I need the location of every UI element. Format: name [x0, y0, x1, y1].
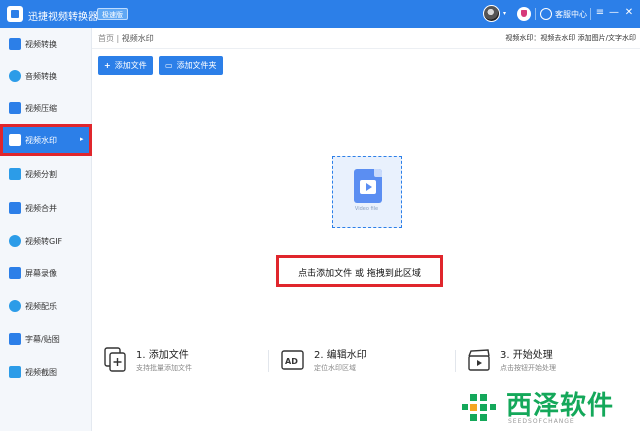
sidebar-item-video-music[interactable]: 视频配乐 — [0, 290, 92, 322]
step-divider — [455, 350, 456, 372]
sidebar-item-label: 视频配乐 — [25, 302, 57, 311]
video-music-icon — [9, 300, 21, 312]
plus-icon: + — [104, 61, 111, 70]
subtitle-sticker-icon — [9, 333, 21, 345]
sidebar-item-screen-record[interactable]: 屏幕录像 — [0, 257, 92, 289]
video-watermark-icon — [9, 134, 21, 146]
title-divider — [590, 8, 591, 20]
user-avatar[interactable] — [483, 5, 500, 22]
sidebar-item-video-merge[interactable]: 视频合并 — [0, 192, 92, 224]
app-window: 迅捷视频转换器 极速版 ▾ 客服中心 ≡ — ✕ 视频转换 音频转换 视频压缩 … — [0, 0, 640, 431]
ad-edit-icon: AD — [281, 350, 304, 370]
watermark-subtext: SEEDSOFCHANGE — [508, 418, 575, 425]
title-bar: 迅捷视频转换器 极速版 ▾ 客服中心 ≡ — ✕ — [0, 0, 640, 28]
headset-icon[interactable] — [540, 8, 552, 20]
sidebar-item-video-screenshot[interactable]: 视频截图 — [0, 356, 92, 388]
sidebar-item-video-convert[interactable]: 视频转换 — [0, 28, 92, 60]
add-folder-label: 添加文件夹 — [176, 61, 217, 70]
svg-text:AD: AD — [285, 357, 298, 366]
video-screenshot-icon — [9, 366, 21, 378]
video-file-icon — [354, 169, 382, 203]
avatar-caret-icon[interactable]: ▾ — [503, 10, 506, 17]
sidebar-item-video-to-gif[interactable]: 视频转GIF — [0, 225, 92, 257]
title-divider — [535, 8, 536, 20]
sidebar-item-label: 视频转GIF — [25, 237, 63, 246]
service-center-link[interactable]: 客服中心 — [555, 9, 587, 20]
breadcrumb: 首页 | 视频水印 — [98, 33, 154, 44]
sidebar-item-video-watermark[interactable]: 视频水印 ▸ — [0, 124, 92, 156]
clapperboard-icon — [468, 349, 490, 371]
sidebar-item-label: 视频分割 — [25, 170, 57, 179]
watermark-mark-icon — [462, 394, 496, 421]
main-panel: 首页 | 视频水印 视频水印：视频去水印 添加图片/文字水印 + 添加文件 ▭ 添加… — [92, 28, 640, 431]
drop-prompt[interactable]: 点击添加文件 或 拖拽到此区域 — [279, 266, 440, 279]
sidebar-item-label: 屏幕录像 — [25, 269, 57, 278]
close-icon[interactable]: ✕ — [622, 6, 636, 20]
step-desc: 定位水印区域 — [314, 364, 356, 372]
watermark-text: 西泽软件 — [506, 391, 615, 421]
step-desc: 点击按钮开始处理 — [500, 364, 556, 372]
sidebar-item-label: 视频水印 — [25, 136, 57, 145]
chevron-right-icon: ▸ — [80, 135, 84, 143]
sidebar-item-subtitle-sticker[interactable]: 字幕/贴图 — [0, 323, 92, 355]
step-divider — [268, 350, 269, 372]
app-logo-icon — [7, 6, 23, 22]
sidebar: 视频转换 音频转换 视频压缩 视频水印 ▸ 视频分割 视频合并 视频转GIF 屏… — [0, 28, 92, 431]
add-folder-button[interactable]: ▭ 添加文件夹 — [159, 56, 223, 75]
step-title: 3. 开始处理 — [500, 350, 553, 361]
app-title: 迅捷视频转换器 — [28, 12, 98, 23]
drop-prompt-highlight[interactable]: 点击添加文件 或 拖拽到此区域 — [276, 255, 443, 287]
breadcrumb-home[interactable]: 首页 — [98, 34, 114, 43]
sidebar-item-label: 视频转换 — [25, 40, 57, 49]
add-file-label: 添加文件 — [114, 61, 147, 70]
header-divider — [92, 48, 640, 49]
sidebar-item-video-split[interactable]: 视频分割 — [0, 158, 92, 190]
video-to-gif-icon — [9, 235, 21, 247]
drop-zone[interactable]: Video file — [332, 156, 402, 228]
sidebar-item-label: 视频截图 — [25, 368, 57, 377]
sidebar-item-audio-convert[interactable]: 音频转换 — [0, 60, 92, 92]
step-desc: 支持批量添加文件 — [136, 364, 192, 372]
step-title: 1. 添加文件 — [136, 350, 189, 361]
watermark-logo: 西泽软件 SEEDSOFCHANGE — [446, 380, 640, 431]
vip-shield-icon[interactable] — [517, 7, 531, 21]
play-icon — [360, 180, 376, 194]
step-title: 2. 编辑水印 — [314, 350, 367, 361]
breadcrumb-current: 视频水印 — [121, 34, 154, 43]
breadcrumb-separator: | — [114, 34, 122, 43]
feature-hint: 视频水印：视频去水印 添加图片/文字水印 — [505, 34, 636, 42]
video-split-icon — [9, 168, 21, 180]
sidebar-item-label: 视频压缩 — [25, 104, 57, 113]
sidebar-item-video-compress[interactable]: 视频压缩 — [0, 92, 92, 124]
sidebar-item-label: 字幕/贴图 — [25, 335, 60, 344]
menu-icon[interactable]: ≡ — [593, 6, 607, 20]
video-compress-icon — [9, 102, 21, 114]
edition-badge: 极速版 — [97, 8, 128, 20]
folder-icon: ▭ — [165, 61, 173, 70]
video-convert-icon — [9, 38, 21, 50]
file-caption: Video file — [354, 206, 379, 212]
video-merge-icon — [9, 202, 21, 214]
audio-convert-icon — [9, 70, 21, 82]
minimize-icon[interactable]: — — [607, 6, 621, 20]
add-file-icon — [104, 347, 126, 372]
screen-record-icon — [9, 267, 21, 279]
sidebar-item-label: 音频转换 — [25, 72, 57, 81]
sidebar-item-label: 视频合并 — [25, 204, 57, 213]
add-file-button[interactable]: + 添加文件 — [98, 56, 153, 75]
